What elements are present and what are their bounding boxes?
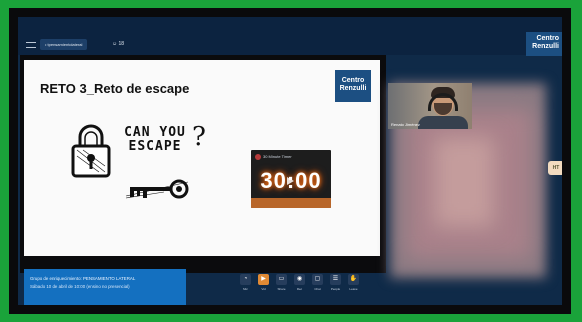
control-record[interactable]: ◉ Rec [292, 274, 307, 296]
meeting-window: • tpensamientolateral ☺ 18 Centro Renzul… [18, 17, 562, 305]
meeting-info-card: Grupo de enriquecimiento: PENSAMIENTO LA… [24, 269, 186, 305]
control-people[interactable]: ☰ People [328, 274, 343, 296]
video-header: 30 Minute Timer [255, 154, 325, 160]
presentation-area: RETO 3_Reto de escape Centro Renzulli CA… [20, 55, 386, 273]
participant-video[interactable]: Renato Jiménez [388, 83, 472, 129]
people-icon[interactable]: ☰ [330, 274, 341, 285]
escape-text: ESCAPE [128, 139, 182, 154]
menu-icon[interactable] [26, 42, 36, 48]
control-video[interactable]: ▶ Vid [256, 274, 271, 296]
meeting-controls: ◔ Mic ▶ Vid ▭ Share ◉ Rec ▢ Chat ☰ Peopl… [238, 274, 361, 298]
slide-logo-line1: Centro [341, 77, 365, 84]
control-label: Rec [296, 287, 303, 291]
brand-logo-line2: Renzulli [532, 43, 559, 50]
participants-count[interactable]: ☺ 18 [112, 39, 124, 50]
escape-heading: CAN YOU ESCAPE [110, 126, 200, 154]
top-bar: • tpensamientolateral ☺ 18 Centro Renzul… [18, 17, 562, 56]
raise-hand-icon[interactable]: ✋ [348, 274, 359, 285]
video-bottom-bar [251, 198, 331, 208]
channel-avatar-icon [255, 154, 261, 160]
mic-icon[interactable]: ◔ [240, 274, 251, 285]
meeting-pill[interactable]: • tpensamientolateral [40, 39, 88, 50]
control-label: People [330, 287, 341, 291]
timer-video[interactable]: 30 Minute Timer 30:00 [251, 150, 331, 208]
control-label: Chat [314, 287, 321, 291]
presentation-slide: RETO 3_Reto de escape Centro Renzulli CA… [24, 60, 380, 256]
control-label: Leave [349, 287, 358, 291]
brand-logo: Centro Renzulli [526, 32, 562, 56]
control-label: Vid [261, 287, 266, 291]
control-mic[interactable]: ◔ Mic [238, 274, 253, 296]
key-icon [125, 179, 189, 199]
side-action-button[interactable]: HT [548, 161, 562, 175]
screenshot-frame: • tpensamientolateral ☺ 18 Centro Renzul… [9, 8, 571, 314]
share-screen-icon[interactable]: ▭ [276, 274, 287, 285]
participant-name: Renato Jiménez [391, 122, 420, 127]
chat-icon[interactable]: ▢ [312, 274, 323, 285]
meeting-info-line1: Grupo de enriquecimiento: PENSAMIENTO LA… [30, 276, 136, 281]
padlock-icon [71, 124, 111, 178]
record-icon[interactable]: ◉ [294, 274, 305, 285]
video-channel: 30 Minute Timer [263, 154, 292, 159]
play-icon[interactable] [287, 177, 294, 185]
control-leave[interactable]: ✋ Leave [346, 274, 361, 296]
meeting-info-line2: Sábado 10 de abril de 10:00 (ensino no p… [30, 284, 130, 289]
control-share[interactable]: ▭ Share [274, 274, 289, 296]
participant-body [418, 116, 468, 129]
control-label: Share [277, 287, 286, 291]
slide-logo-line2: Renzulli [339, 85, 367, 92]
video-icon[interactable]: ▶ [258, 274, 269, 285]
question-mark: ? [192, 122, 206, 152]
slide-title: RETO 3_Reto de escape [40, 81, 190, 96]
control-chat[interactable]: ▢ Chat [310, 274, 325, 296]
brand-logo-line1: Centro [536, 35, 559, 42]
can-you-text: CAN YOU [124, 125, 186, 140]
slide-logo: Centro Renzulli [335, 70, 371, 102]
control-label: Mic [243, 287, 248, 291]
blurred-region-center [434, 137, 494, 227]
